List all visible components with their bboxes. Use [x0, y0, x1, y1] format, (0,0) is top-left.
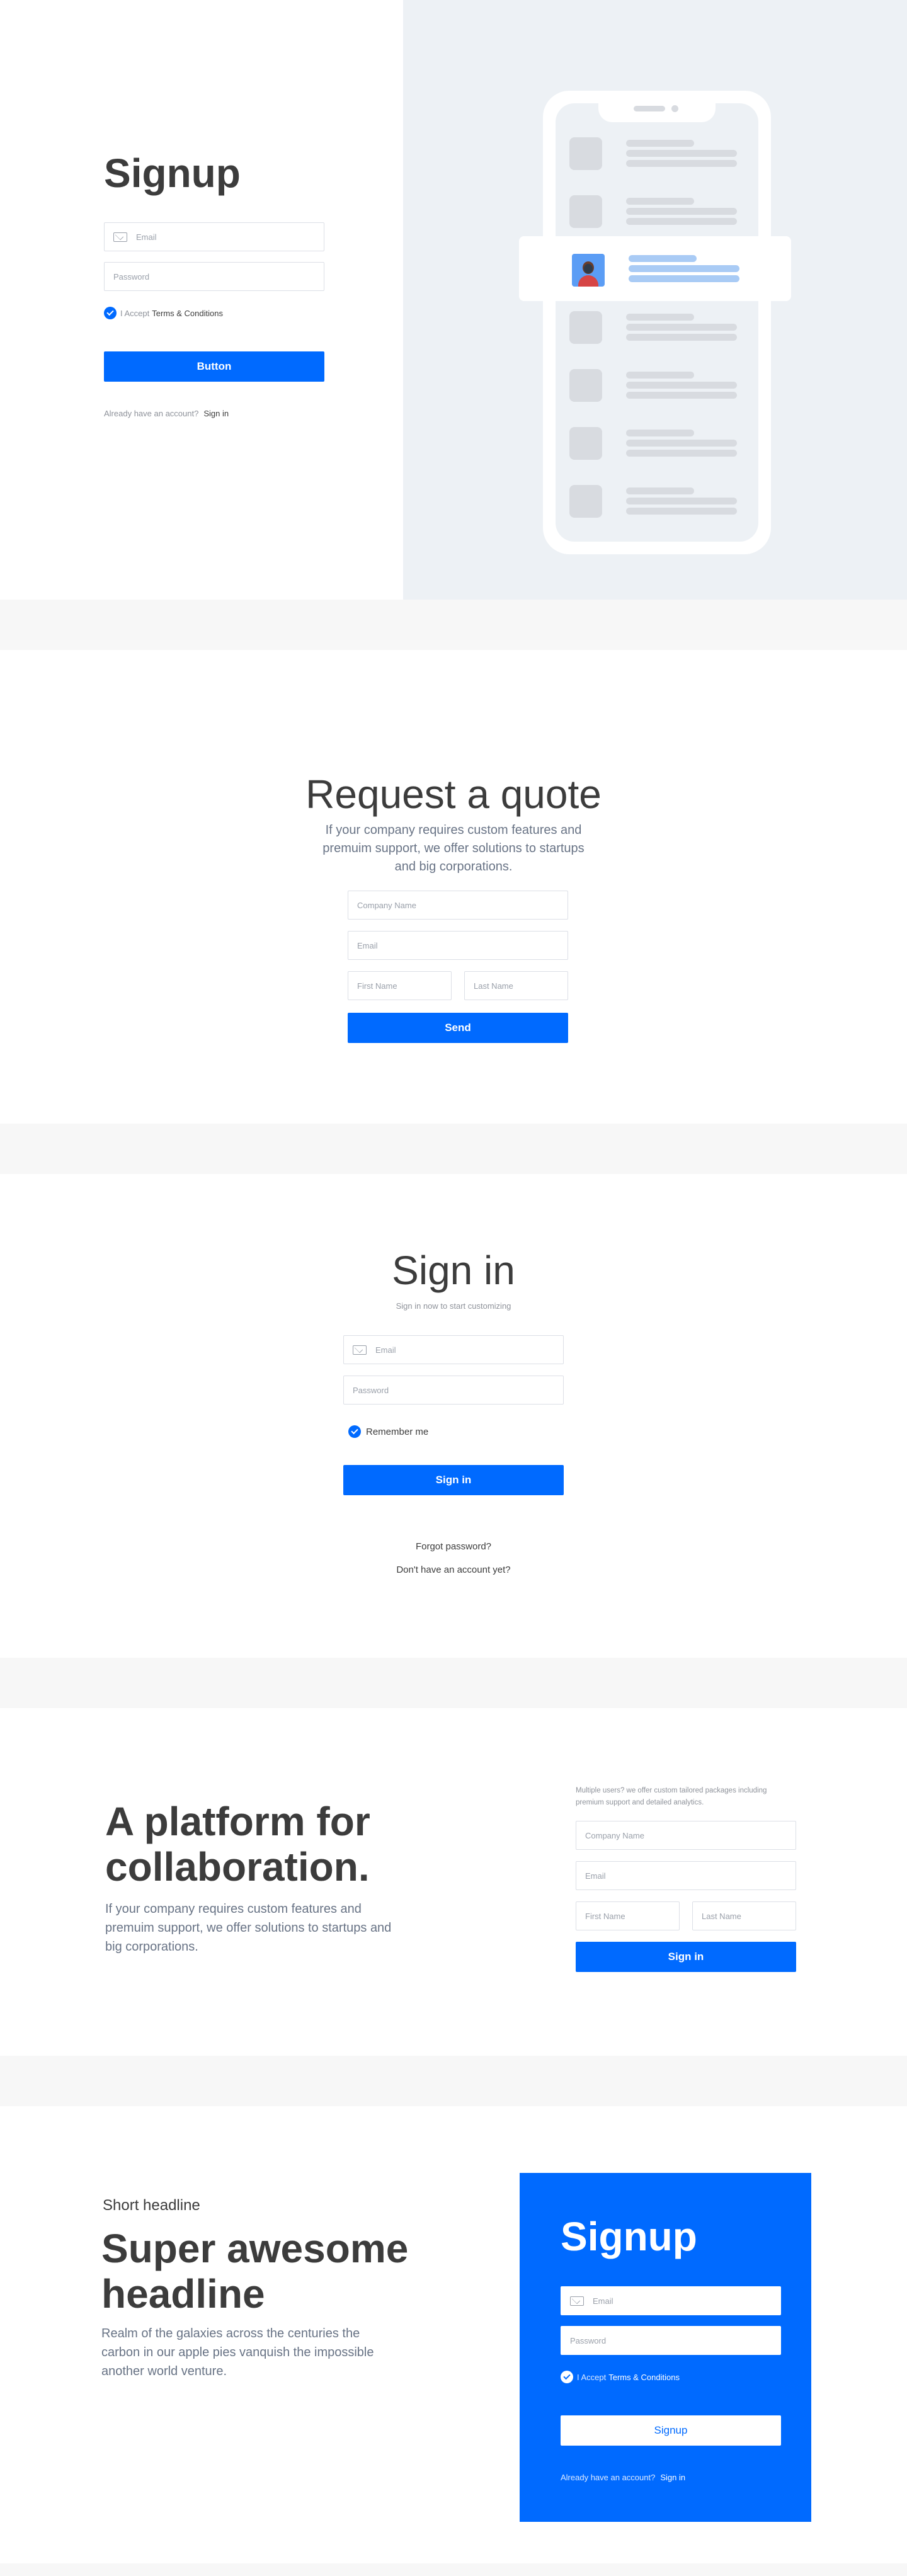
first-name-field[interactable]: First Name [348, 971, 452, 1000]
email-placeholder: Email [585, 1871, 606, 1881]
terms-link[interactable]: Terms & Conditions [152, 309, 223, 318]
signin-button[interactable]: Sign in [343, 1465, 564, 1495]
last-name-placeholder: Last Name [702, 1911, 741, 1921]
platform-title-line2: collaboration. [105, 1844, 370, 1889]
company-placeholder: Company Name [585, 1830, 644, 1840]
check-icon[interactable] [104, 307, 117, 319]
signup-title: Signup [104, 151, 241, 196]
highlighted-card [519, 236, 791, 301]
signup-card-title: Signup [561, 2214, 697, 2259]
email-placeholder: Email [593, 2296, 613, 2306]
placeholder-item [569, 369, 737, 402]
signup-section: Signup Email Password I Accept Terms & C… [0, 0, 907, 600]
signup-button[interactable]: Button [104, 351, 324, 382]
accept-text: I Accept [120, 308, 150, 318]
signin-title: Sign in [392, 1248, 515, 1293]
quote-section: Request a quote If your company requires… [0, 650, 907, 1124]
last-name-placeholder: Last Name [474, 981, 513, 991]
platform-signin-button[interactable]: Sign in [576, 1942, 796, 1972]
check-icon[interactable] [348, 1425, 361, 1438]
email-placeholder: Email [357, 940, 378, 950]
section-gap [0, 2056, 907, 2106]
password-field[interactable]: Password [104, 262, 324, 291]
remember-row[interactable]: Remember me [348, 1425, 428, 1438]
password-placeholder: Password [570, 2335, 607, 2345]
hero-title: Super awesome headline [101, 2226, 408, 2317]
signin-link[interactable]: Sign in [203, 409, 229, 418]
company-field[interactable]: Company Name [348, 891, 568, 920]
remember-label: Remember me [366, 1426, 429, 1437]
hero-title-line1: Super awesome [101, 2226, 409, 2271]
hero-eyebrow: Short headline [103, 2197, 200, 2214]
company-placeholder: Company Name [357, 900, 416, 910]
signin-row: Already have an account? Sign in [104, 409, 229, 418]
placeholder-item [569, 485, 737, 518]
check-icon[interactable] [561, 2371, 573, 2383]
first-name-field[interactable]: First Name [576, 1901, 680, 1930]
platform-subtitle: If your company requires custom features… [105, 1902, 392, 1954]
platform-section: A platform for collaboration. If your co… [0, 1708, 907, 2056]
email-field[interactable]: Email [343, 1335, 564, 1364]
platform-note: Multiple users? we offer custom tailored… [576, 1787, 767, 1806]
forgot-password-link[interactable]: Forgot password? [0, 1541, 907, 1552]
terms-row: I Accept Terms & Conditions [561, 2371, 680, 2383]
hero-signup-section: Short headline Super awesome headline Re… [0, 2106, 907, 2563]
first-name-placeholder: First Name [585, 1911, 625, 1921]
email-field[interactable]: Email [576, 1861, 796, 1890]
placeholder-item [569, 427, 737, 460]
password-placeholder: Password [353, 1385, 389, 1395]
quote-subtitle: If your company requires custom features… [322, 823, 585, 874]
signin-section: Sign in Sign in now to start customizing… [0, 1174, 907, 1658]
hero-title-line2: headline [101, 2271, 265, 2317]
signup-card: Signup Email Password I Accept Terms & C… [520, 2173, 811, 2522]
section-gap [0, 1658, 907, 1708]
first-name-placeholder: First Name [357, 981, 397, 991]
platform-title-line1: A platform for [105, 1799, 370, 1844]
phone-illustration [543, 91, 771, 554]
last-name-field[interactable]: Last Name [692, 1901, 796, 1930]
already-text: Already have an account? [561, 2473, 656, 2482]
password-field[interactable]: Password [561, 2326, 781, 2355]
section-gap [0, 1124, 907, 1174]
placeholder-item [569, 195, 737, 228]
mail-icon [570, 2296, 584, 2306]
phone-notch [598, 96, 716, 122]
last-name-field[interactable]: Last Name [464, 971, 568, 1000]
hero-subtitle: Realm of the galaxies across the centuri… [101, 2327, 374, 2378]
accept-text: I Accept [577, 2372, 607, 2382]
password-placeholder: Password [113, 271, 150, 282]
placeholder-item [569, 137, 737, 170]
signup-left-panel [0, 0, 403, 600]
no-account-link[interactable]: Don't have an account yet? [0, 1564, 907, 1575]
section-gap [0, 600, 907, 650]
placeholder-item [569, 311, 737, 344]
signin-subtitle: Sign in now to start customizing [396, 1301, 511, 1311]
email-placeholder: Email [375, 1345, 396, 1355]
signup-button[interactable]: Signup [561, 2415, 781, 2446]
already-text: Already have an account? [104, 409, 199, 418]
email-field[interactable]: Email [104, 222, 324, 251]
mail-icon [353, 1345, 367, 1355]
signin-link[interactable]: Sign in [660, 2473, 685, 2482]
platform-title: A platform for collaboration. [105, 1799, 370, 1889]
password-field[interactable]: Password [343, 1376, 564, 1405]
send-button[interactable]: Send [348, 1013, 568, 1043]
avatar [572, 254, 605, 287]
email-placeholder: Email [136, 232, 157, 242]
company-field[interactable]: Company Name [576, 1821, 796, 1850]
email-field[interactable]: Email [348, 931, 568, 960]
terms-row: I Accept Terms & Conditions [104, 307, 223, 319]
terms-link[interactable]: Terms & Conditions [608, 2373, 680, 2382]
signin-row: Already have an account? Sign in [561, 2473, 685, 2482]
mail-icon [113, 232, 127, 242]
email-field[interactable]: Email [561, 2286, 781, 2315]
quote-title: Request a quote [305, 772, 602, 817]
